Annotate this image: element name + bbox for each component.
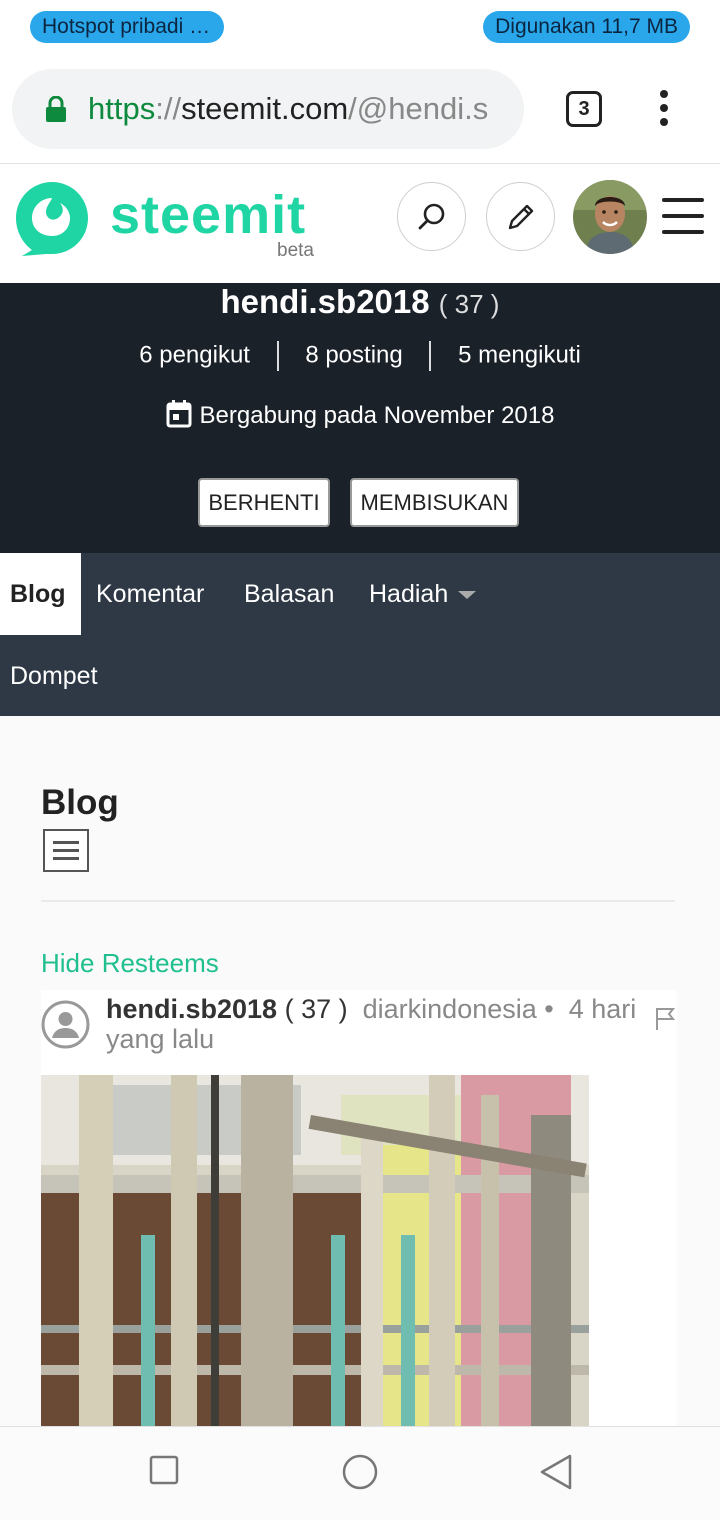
search-button[interactable] — [397, 182, 466, 251]
site-header: steemit beta — [0, 164, 720, 283]
screen: Hotspot pribadi : 1... Digunakan 11,7 MB… — [0, 0, 720, 1520]
join-date-text: Bergabung pada November 2018 — [199, 402, 555, 429]
url-scheme: https — [88, 91, 156, 126]
browser-toolbar: https://steemit.com/@hendi.s 3 — [0, 56, 720, 164]
profile-username: hendi.sb2018 — [220, 283, 430, 320]
profile-name: hendi.sb2018 ( 37 ) — [0, 283, 720, 321]
url-separator: :// — [155, 91, 182, 126]
divider — [41, 900, 675, 902]
back-icon[interactable] — [538, 1453, 574, 1491]
tab-blog[interactable]: Blog — [0, 553, 81, 635]
lock-icon — [46, 96, 66, 122]
data-usage-indicator[interactable]: Digunakan 11,7 MB — [483, 11, 690, 43]
avatar-photo — [573, 180, 647, 254]
post-meta: hendi.sb2018 ( 37 ) diarkindonesia • 4 h… — [106, 994, 681, 1054]
tab-switcher-button[interactable]: 3 — [566, 91, 602, 127]
recents-icon[interactable] — [149, 1455, 179, 1485]
url-text: https://steemit.com/@hendi.s — [88, 69, 488, 149]
unfollow-button[interactable]: BERHENTI — [198, 478, 330, 527]
steemit-wordmark[interactable]: steemit — [110, 184, 306, 246]
tab-replies[interactable]: Balasan — [234, 553, 344, 635]
browser-menu-icon[interactable] — [650, 90, 678, 130]
user-avatar[interactable] — [573, 180, 647, 254]
join-date: Bergabung pada November 2018 — [0, 400, 720, 430]
post-thumbnail[interactable] — [41, 1075, 589, 1426]
section-title: Blog — [41, 783, 119, 822]
mute-button[interactable]: MEMBISUKAN — [350, 478, 519, 527]
user-placeholder-icon[interactable] — [41, 1000, 90, 1049]
hide-resteems-link[interactable]: Hide Resteems — [41, 948, 219, 979]
profile-tabs: Blog Komentar Balasan Hadiah Dompet — [0, 553, 720, 716]
steemit-logo-icon[interactable] — [12, 178, 92, 258]
following-count[interactable]: 5 mengikuti — [458, 341, 581, 368]
tab-wallet[interactable]: Dompet — [0, 635, 108, 717]
calendar-icon — [166, 400, 192, 428]
profile-header: hendi.sb2018 ( 37 ) 6 pengikut 8 posting… — [0, 283, 720, 553]
menu-icon[interactable] — [662, 198, 704, 234]
chevron-down-icon — [458, 591, 477, 600]
tab-comments[interactable]: Komentar — [86, 553, 214, 635]
profile-stats: 6 pengikut 8 posting 5 mengikuti — [0, 341, 720, 371]
pencil-icon — [508, 204, 533, 229]
profile-reputation: ( 37 ) — [438, 289, 500, 319]
posts-count: 8 posting — [305, 341, 403, 369]
tab-rewards[interactable]: Hadiah — [359, 553, 486, 635]
beta-label: beta — [277, 240, 314, 261]
submit-story-button[interactable] — [486, 182, 555, 251]
system-nav-bar — [0, 1426, 720, 1520]
meta-separator: • — [544, 994, 554, 1024]
post-author[interactable]: hendi.sb2018 — [106, 994, 277, 1024]
status-bar: Hotspot pribadi : 1... Digunakan 11,7 MB — [0, 0, 720, 56]
flag-icon[interactable] — [654, 1006, 676, 1030]
search-icon — [418, 203, 444, 229]
post-category[interactable]: diarkindonesia — [363, 994, 537, 1024]
list-view-icon[interactable] — [43, 829, 89, 872]
stats-divider — [276, 341, 279, 371]
home-icon[interactable] — [341, 1453, 379, 1491]
stats-divider — [429, 341, 432, 371]
followers-count[interactable]: 6 pengikut — [139, 341, 250, 368]
address-bar[interactable]: https://steemit.com/@hendi.s — [12, 69, 524, 149]
tab-rewards-label: Hadiah — [369, 580, 449, 608]
blog-content: Blog Hide Resteems hendi.sb2018 ( 37 ) d… — [0, 716, 720, 1426]
post-author-reputation: ( 37 ) — [284, 994, 348, 1024]
hotspot-indicator[interactable]: Hotspot pribadi : 1... — [30, 11, 224, 43]
post-image-illustration — [41, 1075, 589, 1426]
url-host: steemit.com — [181, 91, 349, 126]
post-card[interactable]: hendi.sb2018 ( 37 ) diarkindonesia • 4 h… — [41, 990, 677, 1426]
url-path: /@hendi.s — [348, 91, 489, 126]
